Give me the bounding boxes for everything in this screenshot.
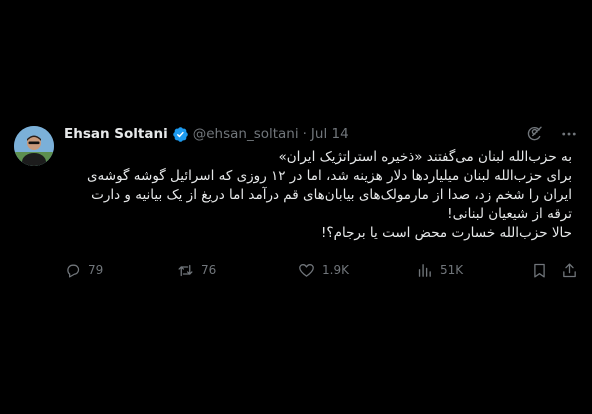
avatar[interactable] xyxy=(14,126,54,166)
tweet[interactable]: Ehsan Soltani @ehsan_soltani · Jul 14 به… xyxy=(0,112,592,292)
repost-count: 76 xyxy=(201,263,217,277)
header-separator: · xyxy=(302,126,307,142)
views-button[interactable]: 51K xyxy=(416,262,463,279)
reply-button[interactable]: 79 xyxy=(64,262,103,279)
tweet-top-actions xyxy=(526,125,578,143)
tweet-header: Ehsan Soltani @ehsan_soltani · Jul 14 xyxy=(64,124,349,144)
like-count: 1.9K xyxy=(322,263,349,277)
reply-icon xyxy=(67,264,80,278)
grok-icon[interactable] xyxy=(526,125,544,143)
more-icon[interactable] xyxy=(560,125,578,143)
share-icon xyxy=(563,262,576,277)
bookmark-icon xyxy=(534,263,545,278)
avatar-photo xyxy=(14,126,54,166)
tweet-date[interactable]: Jul 14 xyxy=(311,124,349,144)
tweet-text-line: برای حزب‌الله لبنان میلیاردها دلار هزینه… xyxy=(86,168,572,222)
share-button[interactable] xyxy=(561,262,578,279)
views-count: 51K xyxy=(440,263,464,277)
reply-count: 79 xyxy=(88,263,104,277)
tweet-text-line: به حزب‌الله لبنان می‌گفتند «ذخیره استرات… xyxy=(278,149,572,165)
author-handle[interactable]: @ehsan_soltani xyxy=(193,124,299,144)
like-button[interactable]: 1.9K xyxy=(298,262,349,279)
tweet-text: به حزب‌الله لبنان می‌گفتند «ذخیره استرات… xyxy=(64,148,572,243)
bookmark-button[interactable] xyxy=(531,262,548,279)
author-display-name[interactable]: Ehsan Soltani xyxy=(64,124,168,144)
tweet-actions: 79 76 1.9K 51K xyxy=(62,260,578,280)
heart-icon xyxy=(299,263,314,277)
tweet-text-line: حالا حزب‌الله خسارت محض است یا برجام؟! xyxy=(321,225,572,241)
views-icon xyxy=(418,263,431,277)
repost-icon xyxy=(178,264,193,276)
repost-button[interactable]: 76 xyxy=(177,262,216,279)
verified-badge-icon[interactable] xyxy=(172,126,189,143)
